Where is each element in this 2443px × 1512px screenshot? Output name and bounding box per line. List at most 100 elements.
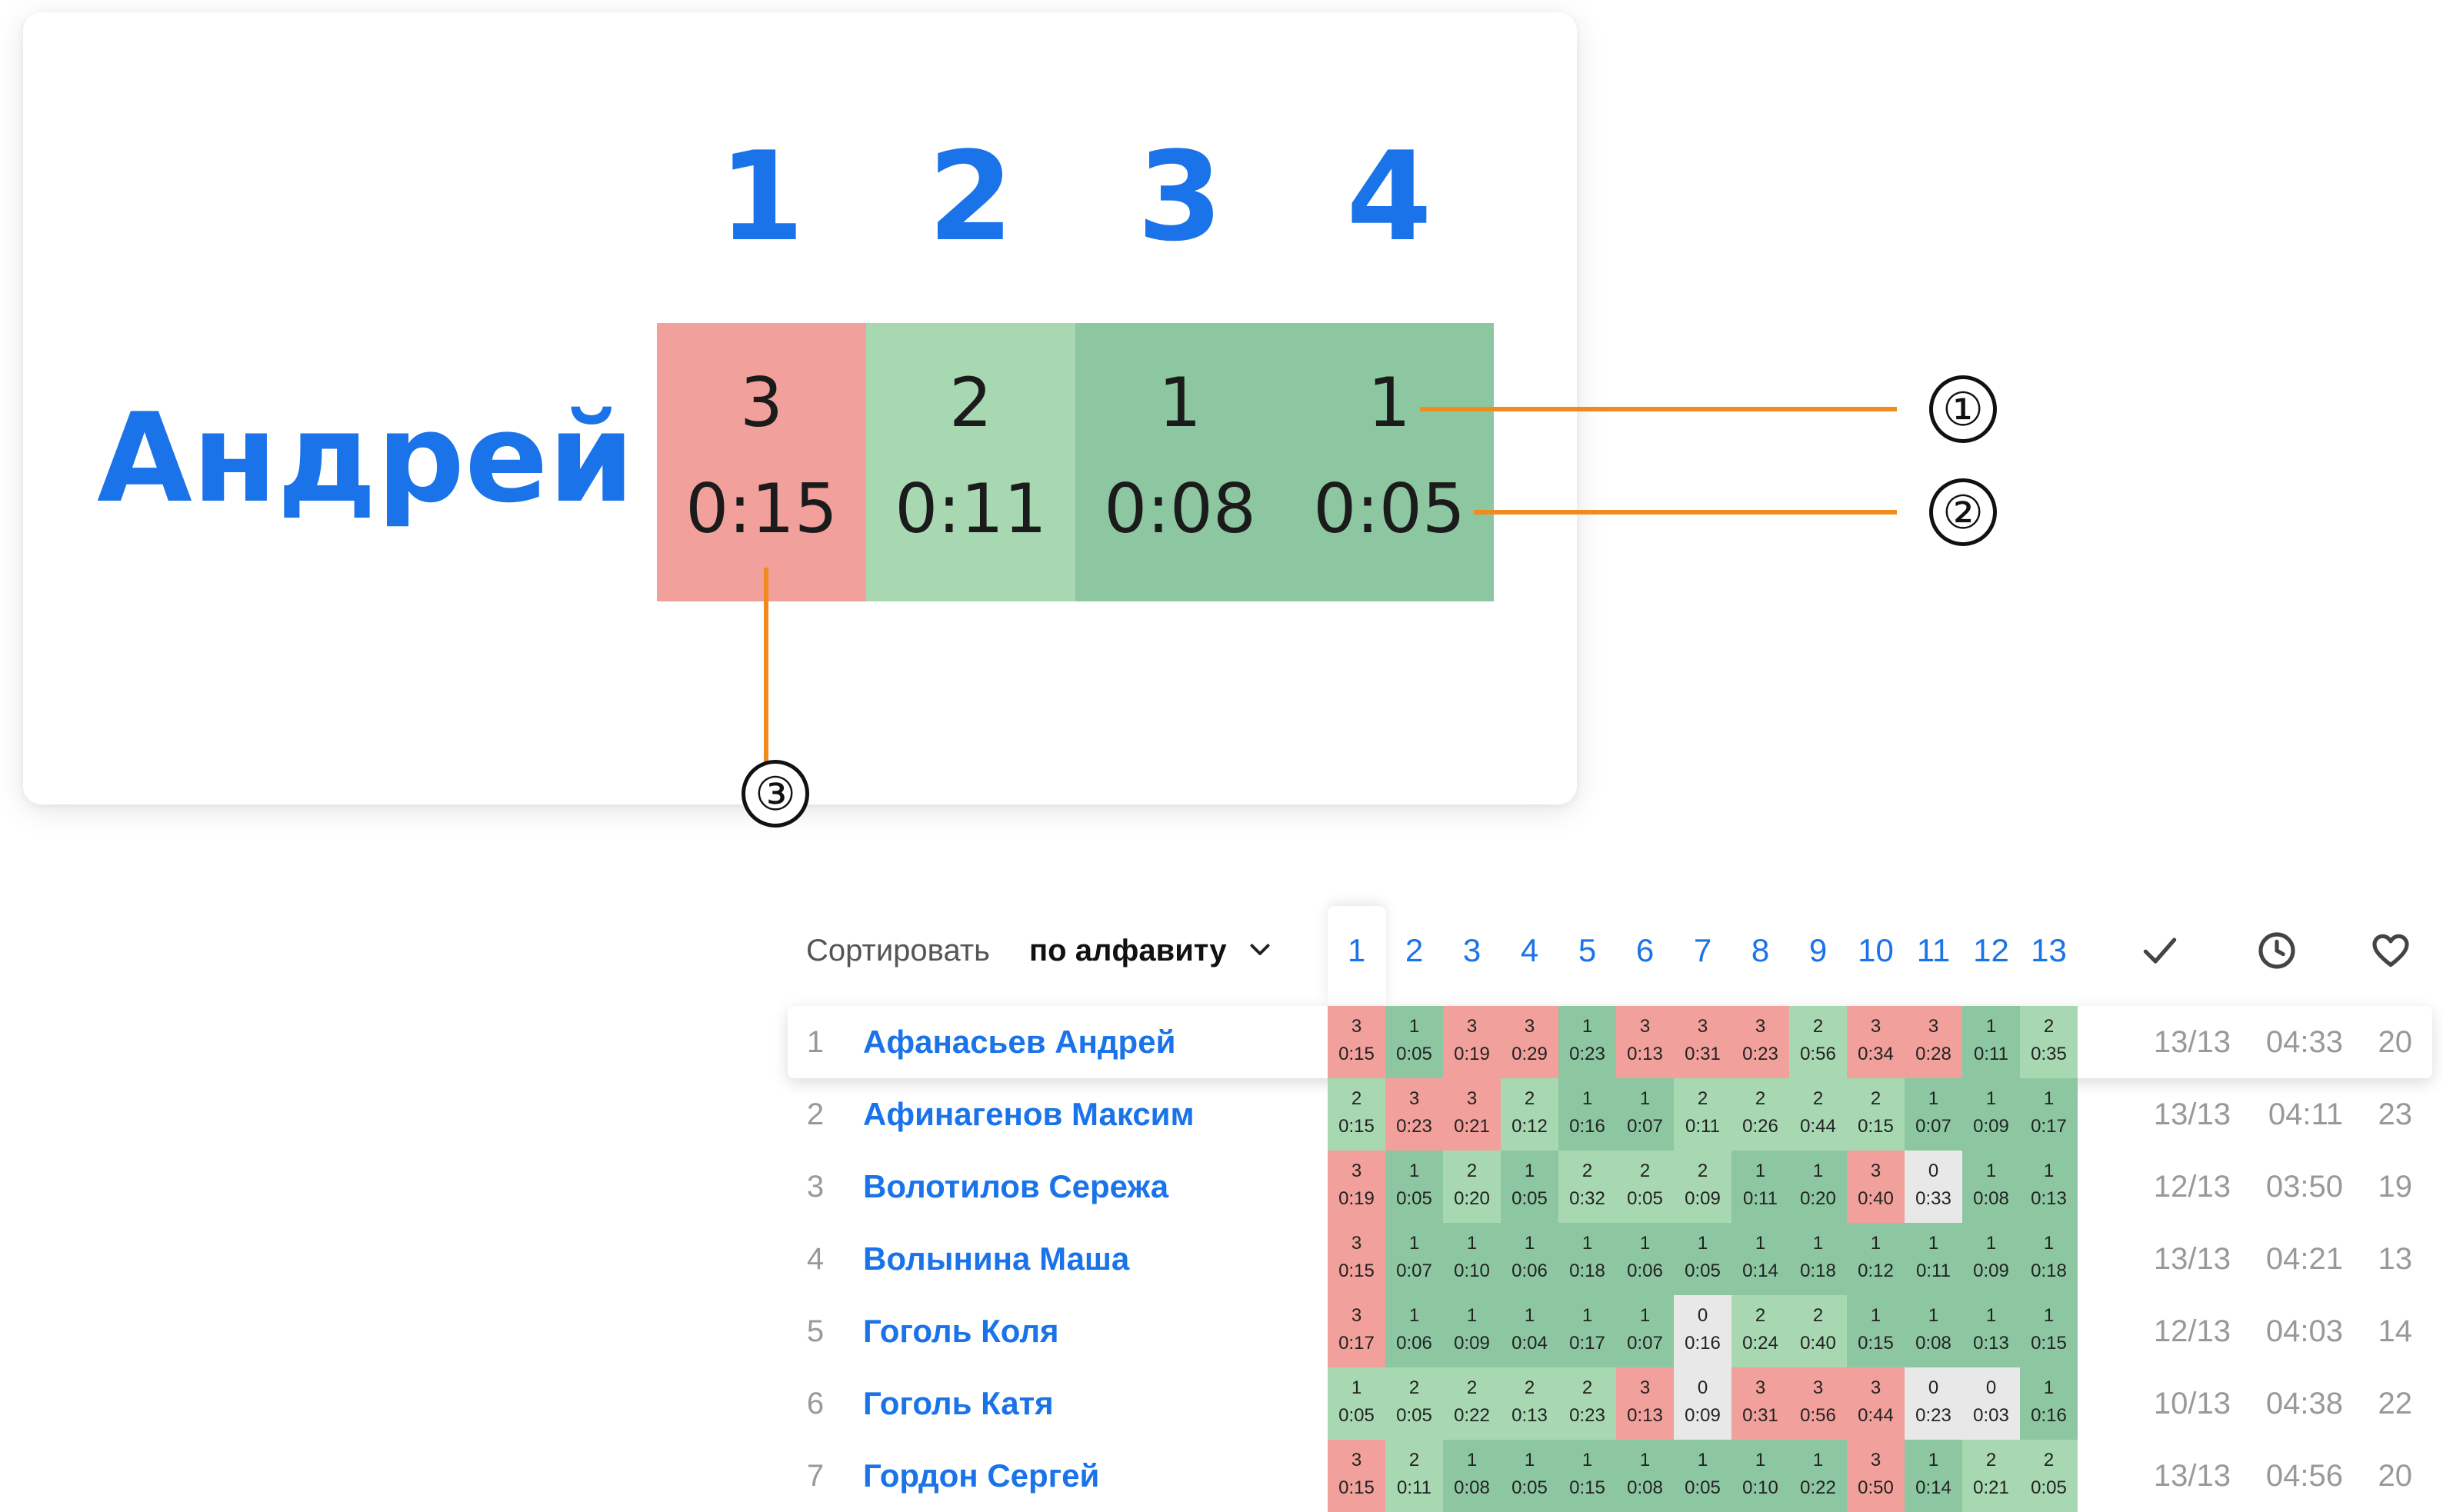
result-cell[interactable]: 3 0:50 xyxy=(1847,1440,1905,1512)
result-cell[interactable]: 3 0:40 xyxy=(1847,1151,1905,1223)
result-cell[interactable]: 2 0:35 xyxy=(2020,1006,2078,1078)
result-cell[interactable]: 2 0:21 xyxy=(1962,1440,2020,1512)
result-cell[interactable]: 1 0:08 xyxy=(1616,1440,1674,1512)
task-column-header[interactable]: 5 xyxy=(1558,928,1616,974)
student-name-link[interactable]: Гордон Сергей xyxy=(863,1453,1099,1499)
result-cell[interactable]: 2 0:23 xyxy=(1558,1367,1616,1440)
result-cell[interactable]: 2 0:56 xyxy=(1789,1006,1847,1078)
result-cell[interactable]: 1 0:11 xyxy=(1905,1223,1962,1295)
result-cell[interactable]: 1 0:18 xyxy=(1789,1223,1847,1295)
result-cell[interactable]: 3 0:28 xyxy=(1905,1006,1962,1078)
result-cell[interactable]: 1 0:07 xyxy=(1385,1223,1443,1295)
result-cell[interactable]: 3 0:19 xyxy=(1328,1151,1385,1223)
result-cell[interactable]: 1 0:15 xyxy=(2020,1295,2078,1367)
result-cell[interactable]: 1 0:09 xyxy=(1443,1295,1501,1367)
result-cell[interactable]: 0 0:33 xyxy=(1905,1151,1962,1223)
result-cell[interactable]: 1 0:17 xyxy=(2020,1078,2078,1151)
sort-dropdown[interactable]: по алфавиту xyxy=(1029,928,1227,974)
result-cell[interactable]: 1 0:06 xyxy=(1385,1295,1443,1367)
result-cell[interactable]: 3 0:15 xyxy=(1328,1223,1385,1295)
result-cell[interactable]: 1 0:12 xyxy=(1847,1223,1905,1295)
result-cell[interactable]: 1 0:08 xyxy=(1905,1295,1962,1367)
result-cell[interactable]: 1 0:13 xyxy=(1962,1295,2020,1367)
result-cell[interactable]: 3 0:17 xyxy=(1328,1295,1385,1367)
task-column-header[interactable]: 9 xyxy=(1789,928,1847,974)
result-cell[interactable]: 3 0:19 xyxy=(1443,1006,1501,1078)
result-cell[interactable]: 3 0:44 xyxy=(1847,1367,1905,1440)
result-cell[interactable]: 3 0:21 xyxy=(1443,1078,1501,1151)
result-cell[interactable]: 2 0:24 xyxy=(1731,1295,1789,1367)
result-cell[interactable]: 1 0:11 xyxy=(1731,1151,1789,1223)
task-column-header[interactable]: 3 xyxy=(1443,928,1501,974)
result-cell[interactable]: 1 0:07 xyxy=(1905,1078,1962,1151)
task-column-header[interactable]: 12 xyxy=(1962,928,2020,974)
result-cell[interactable]: 1 0:14 xyxy=(1905,1440,1962,1512)
result-cell[interactable]: 1 0:04 xyxy=(1501,1295,1558,1367)
result-cell[interactable]: 1 0:05 xyxy=(1674,1440,1731,1512)
task-column-header[interactable]: 4 xyxy=(1501,928,1558,974)
result-cell[interactable]: 1 0:23 xyxy=(1558,1006,1616,1078)
result-cell[interactable]: 1 0:05 xyxy=(1501,1151,1558,1223)
result-cell[interactable]: 2 0:12 xyxy=(1501,1078,1558,1151)
result-cell[interactable]: 1 0:13 xyxy=(2020,1151,2078,1223)
result-cell[interactable]: 2 0:32 xyxy=(1558,1151,1616,1223)
result-cell[interactable]: 1 0:15 xyxy=(1558,1440,1616,1512)
result-cell[interactable]: 0 0:09 xyxy=(1674,1367,1731,1440)
result-cell[interactable]: 3 0:56 xyxy=(1789,1367,1847,1440)
result-cell[interactable]: 3 0:13 xyxy=(1616,1006,1674,1078)
result-cell[interactable]: 1 0:05 xyxy=(1385,1006,1443,1078)
result-cell[interactable]: 2 0:22 xyxy=(1443,1367,1501,1440)
student-name-link[interactable]: Афинагенов Максим xyxy=(863,1091,1195,1137)
result-cell[interactable]: 1 0:10 xyxy=(1731,1440,1789,1512)
student-name-link[interactable]: Гоголь Катя xyxy=(863,1380,1054,1427)
student-name-link[interactable]: Волынина Маша xyxy=(863,1236,1129,1282)
result-cell[interactable]: 1 0:20 xyxy=(1789,1151,1847,1223)
result-cell[interactable]: 1 0:05 xyxy=(1328,1367,1385,1440)
result-cell[interactable]: 3 0:13 xyxy=(1616,1367,1674,1440)
result-cell[interactable]: 2 0:40 xyxy=(1789,1295,1847,1367)
result-cell[interactable]: 2 0:09 xyxy=(1674,1151,1731,1223)
result-cell[interactable]: 1 0:16 xyxy=(2020,1367,2078,1440)
result-cell[interactable]: 2 0:44 xyxy=(1789,1078,1847,1151)
student-name-link[interactable]: Волотилов Сережа xyxy=(863,1164,1168,1210)
result-cell[interactable]: 3 0:15 xyxy=(1328,1440,1385,1512)
result-cell[interactable]: 3 0:31 xyxy=(1731,1367,1789,1440)
result-cell[interactable]: 2 0:13 xyxy=(1501,1367,1558,1440)
result-cell[interactable]: 0 0:03 xyxy=(1962,1367,2020,1440)
clock-icon[interactable] xyxy=(2255,929,2298,972)
result-cell[interactable]: 3 0:29 xyxy=(1501,1006,1558,1078)
result-cell[interactable]: 2 0:05 xyxy=(1385,1367,1443,1440)
result-cell[interactable]: 2 0:15 xyxy=(1328,1078,1385,1151)
heart-icon[interactable] xyxy=(2369,929,2412,972)
result-cell[interactable]: 1 0:06 xyxy=(1616,1223,1674,1295)
task-column-header[interactable]: 7 xyxy=(1674,928,1731,974)
result-cell[interactable]: 0 0:16 xyxy=(1674,1295,1731,1367)
task-column-header[interactable]: 6 xyxy=(1616,928,1674,974)
result-cell[interactable]: 2 0:15 xyxy=(1847,1078,1905,1151)
result-cell[interactable]: 1 0:17 xyxy=(1558,1295,1616,1367)
result-cell[interactable]: 1 0:16 xyxy=(1558,1078,1616,1151)
result-cell[interactable]: 2 0:11 xyxy=(1385,1440,1443,1512)
result-cell[interactable]: 1 0:07 xyxy=(1616,1295,1674,1367)
result-cell[interactable]: 2 0:05 xyxy=(1616,1151,1674,1223)
result-cell[interactable]: 1 0:08 xyxy=(1443,1440,1501,1512)
check-icon[interactable] xyxy=(2138,929,2181,972)
student-name-link[interactable]: Гоголь Коля xyxy=(863,1308,1059,1354)
result-cell[interactable]: 2 0:11 xyxy=(1674,1078,1731,1151)
result-cell[interactable]: 1 0:09 xyxy=(1962,1078,2020,1151)
result-cell[interactable]: 3 0:15 xyxy=(1328,1006,1385,1078)
task-column-header[interactable]: 11 xyxy=(1905,928,1962,974)
result-cell[interactable]: 3 0:31 xyxy=(1674,1006,1731,1078)
chevron-down-icon[interactable] xyxy=(1246,935,1274,963)
result-cell[interactable]: 1 0:07 xyxy=(1616,1078,1674,1151)
result-cell[interactable]: 1 0:14 xyxy=(1731,1223,1789,1295)
result-cell[interactable]: 1 0:15 xyxy=(1847,1295,1905,1367)
result-cell[interactable]: 3 0:34 xyxy=(1847,1006,1905,1078)
result-cell[interactable]: 1 0:22 xyxy=(1789,1440,1847,1512)
result-cell[interactable]: 1 0:09 xyxy=(1962,1223,2020,1295)
result-cell[interactable]: 1 0:10 xyxy=(1443,1223,1501,1295)
result-cell[interactable]: 1 0:11 xyxy=(1962,1006,2020,1078)
task-column-header[interactable]: 10 xyxy=(1847,928,1905,974)
task-column-header[interactable]: 13 xyxy=(2020,928,2078,974)
result-cell[interactable]: 1 0:18 xyxy=(2020,1223,2078,1295)
